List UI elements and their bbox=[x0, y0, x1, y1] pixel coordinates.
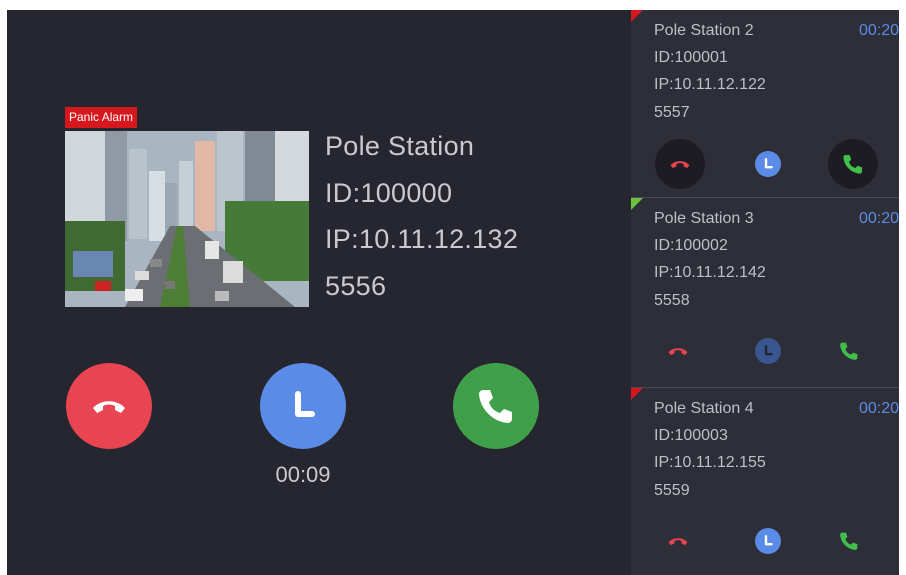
clock-icon bbox=[764, 158, 773, 169]
station-id: ID:100000 bbox=[325, 178, 453, 208]
main-call-panel: Panic Alarm Pole Station ID:100000 IP:10… bbox=[7, 10, 631, 575]
intercom-screen: Panic Alarm Pole Station ID:100000 IP:10… bbox=[7, 10, 899, 575]
clock-icon bbox=[295, 391, 315, 417]
queue-reject-button[interactable] bbox=[665, 528, 691, 554]
clock-icon bbox=[764, 345, 773, 356]
queue-hold-button[interactable] bbox=[755, 338, 781, 364]
queue-station-id: ID:100003 bbox=[654, 427, 728, 444]
alarm-marker bbox=[631, 388, 643, 400]
queue-station-name: Pole Station 3 bbox=[654, 210, 754, 227]
queue-reject-button[interactable] bbox=[665, 338, 691, 364]
reject-call-button[interactable] bbox=[66, 363, 152, 449]
queue-station-id: ID:100002 bbox=[654, 237, 728, 254]
queue-answer-button[interactable] bbox=[836, 338, 862, 364]
queue-hold-button[interactable] bbox=[755, 528, 781, 554]
phone-answer-icon bbox=[840, 532, 858, 550]
queue-station-name: Pole Station 2 bbox=[654, 22, 754, 39]
alarm-marker bbox=[631, 10, 643, 22]
panic-alarm-badge: Panic Alarm bbox=[65, 107, 138, 128]
queue-station-name: Pole Station 4 bbox=[654, 400, 754, 417]
phone-hangup-icon bbox=[668, 538, 688, 546]
queue-timer: 00:20 bbox=[858, 400, 899, 417]
queue-item[interactable]: Pole Station 3 00:20 ID:100002 IP:10.11.… bbox=[631, 198, 899, 388]
phone-answer-icon bbox=[479, 390, 512, 423]
phone-answer-icon bbox=[840, 342, 858, 360]
queue-item[interactable]: Pole Station 2 00:20 ID:100001 IP:10.11.… bbox=[631, 10, 899, 198]
phone-hangup-icon bbox=[668, 348, 688, 356]
queue-station-ip: IP:10.11.12.142 bbox=[654, 264, 766, 281]
phone-hangup-icon bbox=[670, 161, 690, 169]
status-marker bbox=[631, 198, 643, 210]
station-extension: 5556 bbox=[325, 271, 387, 301]
station-ip: IP:10.11.12.132 bbox=[325, 224, 519, 254]
phone-answer-icon bbox=[843, 154, 863, 174]
queue-station-ip: IP:10.11.12.155 bbox=[654, 454, 766, 471]
queue-answer-button[interactable] bbox=[836, 528, 862, 554]
call-timer: 00:09 bbox=[275, 462, 331, 487]
queue-timer: 00:20 bbox=[858, 210, 899, 227]
camera-preview[interactable] bbox=[65, 131, 309, 307]
clock-icon bbox=[764, 535, 773, 546]
queue-answer-button[interactable] bbox=[828, 139, 878, 189]
queue-station-id: ID:100001 bbox=[654, 49, 728, 66]
station-name: Pole Station bbox=[325, 131, 475, 161]
hold-call-button[interactable] bbox=[260, 363, 346, 449]
queue-station-extension: 5558 bbox=[654, 292, 690, 309]
call-queue-sidebar: Pole Station 2 00:20 ID:100001 IP:10.11.… bbox=[631, 10, 899, 575]
queue-reject-button[interactable] bbox=[655, 139, 705, 189]
queue-station-extension: 5559 bbox=[654, 482, 690, 499]
queue-station-extension: 5557 bbox=[654, 104, 690, 121]
queue-station-ip: IP:10.11.12.122 bbox=[654, 76, 766, 93]
phone-hangup-icon bbox=[93, 401, 125, 413]
answer-call-button[interactable] bbox=[453, 363, 539, 449]
street-camera-image bbox=[65, 131, 309, 307]
queue-timer: 00:20 bbox=[858, 22, 899, 39]
queue-hold-button[interactable] bbox=[755, 151, 781, 177]
queue-item[interactable]: Pole Station 4 00:20 ID:100003 IP:10.11.… bbox=[631, 388, 899, 575]
